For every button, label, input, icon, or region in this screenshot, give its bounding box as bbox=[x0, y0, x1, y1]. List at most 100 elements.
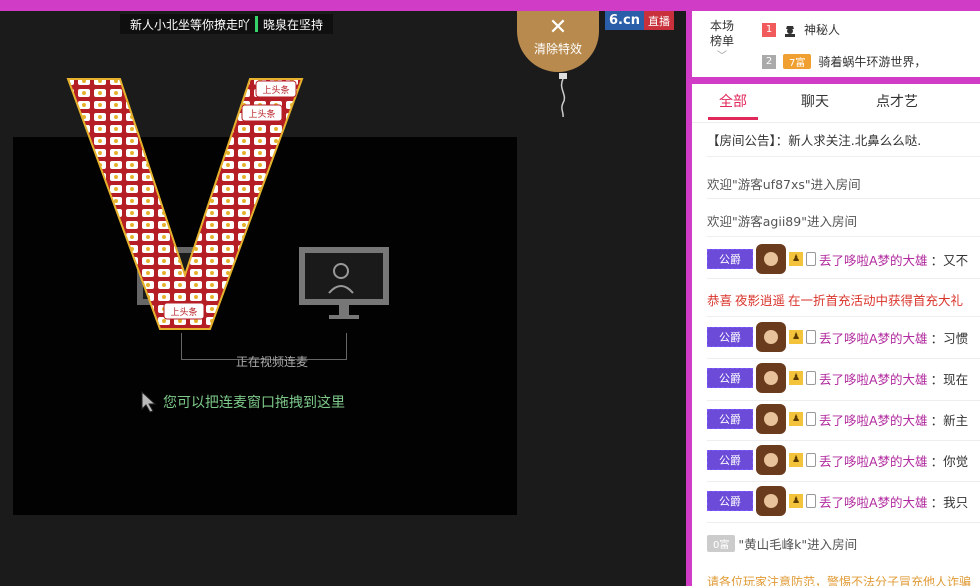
rank-name: 神秘人 bbox=[804, 23, 841, 37]
mystery-user-icon bbox=[785, 25, 795, 37]
ranking-title[interactable]: 本场 榜单 ﹀ bbox=[706, 19, 738, 64]
guild-badge: 公爵 bbox=[707, 249, 753, 269]
ticker-left-text: 新人小北坐等你撩走吖 bbox=[130, 17, 251, 32]
connect-status-label: 正在视频连麦 bbox=[235, 355, 308, 369]
tab-chat[interactable]: 聊天 bbox=[774, 84, 856, 122]
announcement-text: 【房间公告】：新人求关注.北鼻么么哒. bbox=[707, 133, 922, 148]
chat-message: 公爵 ♟ 丢了哆啦A梦的大雄 ：你觉 bbox=[707, 445, 968, 475]
avatar[interactable] bbox=[756, 244, 786, 274]
chat-username[interactable]: 丢了哆啦A梦的大雄 bbox=[819, 369, 928, 388]
chat-text: ：现在 bbox=[930, 371, 969, 387]
chat-text: ：我只 bbox=[930, 494, 969, 510]
chat-message: 公爵 ♟ 丢了哆啦A梦的大雄 ：现在 bbox=[707, 363, 968, 393]
video-area: 新人小北坐等你撩走吖 晓泉在坚持 正在视频连麦 您可以把连麦窗口拖拽到这里 上头… bbox=[0, 11, 686, 586]
welcome-message: 0富 "黄山毛峰k"进入房间 bbox=[707, 534, 857, 553]
rank-number: 1 bbox=[762, 22, 776, 37]
divider bbox=[707, 198, 980, 199]
chat-message: 公爵 ♟ 丢了哆啦A梦的大雄 ：新主 bbox=[707, 404, 968, 434]
ranking-title-line2: 榜单 bbox=[709, 34, 734, 48]
divider bbox=[707, 156, 980, 157]
chat-text: ：你觉 bbox=[930, 453, 969, 469]
system-prefix: 恭喜 bbox=[707, 293, 733, 308]
wealth-badge: 0富 bbox=[707, 535, 736, 552]
avatar[interactable] bbox=[756, 445, 786, 475]
welcome-message: 欢迎"游客uf87xs"进入房间 bbox=[707, 174, 861, 193]
phone-icon bbox=[806, 252, 816, 266]
chat-username[interactable]: 丢了哆啦A梦的大雄 bbox=[819, 410, 928, 429]
level-icon: ♟ bbox=[789, 412, 803, 426]
system-text: 在一折首充活动中获得首充大礼 bbox=[788, 293, 964, 308]
drag-hint: 您可以把连麦窗口拖拽到这里 bbox=[141, 391, 345, 413]
chat-text: ：习惯 bbox=[930, 330, 969, 346]
sticker-text-top: 上头条 bbox=[262, 84, 289, 96]
live-tag: 直播 bbox=[643, 11, 674, 30]
sticker-label-bottom: 上头条 bbox=[163, 302, 205, 320]
chat-tabs: 全部 聊天 点才艺 bbox=[692, 84, 980, 123]
safety-warning: 请各位玩家注意防范，警惕不法分子冒充他人诈骗 bbox=[707, 575, 972, 586]
chat-username[interactable]: 丢了哆啦A梦的大雄 bbox=[819, 492, 928, 511]
level-icon: ♟ bbox=[789, 252, 803, 266]
gift-v-effect: 上头条 上头条 上头条 bbox=[66, 78, 304, 330]
sticker-text-bottom: 上头条 bbox=[170, 306, 197, 318]
cursor-icon bbox=[141, 391, 157, 413]
level-icon: ♟ bbox=[789, 494, 803, 508]
guild-badge: 公爵 bbox=[707, 450, 753, 470]
divider bbox=[707, 316, 980, 317]
welcome-message: 欢迎"游客agii89"进入房间 bbox=[707, 211, 857, 230]
phone-icon bbox=[806, 453, 816, 467]
ranking-row-1[interactable]: 1 神秘人 bbox=[762, 21, 840, 38]
clear-effects-label: 清除特效 bbox=[533, 42, 582, 56]
close-icon: ✕ bbox=[548, 15, 568, 40]
divider bbox=[707, 522, 980, 523]
rank-number: 2 bbox=[762, 54, 776, 69]
avatar[interactable] bbox=[756, 363, 786, 393]
divider bbox=[707, 440, 980, 441]
system-user[interactable]: 夜影逍遥 bbox=[735, 290, 785, 309]
chat-panel: 全部 聊天 点才艺 【房间公告】：新人求关注.北鼻么么哒. 欢迎"游客uf87x… bbox=[692, 84, 980, 586]
ticker-separator bbox=[255, 16, 259, 32]
guild-badge: 公爵 bbox=[707, 491, 753, 511]
ranking-title-line1: 本场 bbox=[709, 19, 734, 33]
chat-message: 公爵 ♟ 丢了哆啦A梦的大雄 ：习惯 bbox=[707, 322, 968, 352]
chat-username[interactable]: 丢了哆啦A梦的大雄 bbox=[819, 451, 928, 470]
ranking-panel: 本场 榜单 ﹀ 1 神秘人 2 7富 骑着蜗牛环游世界， bbox=[692, 11, 980, 77]
tab-all[interactable]: 全部 bbox=[692, 84, 774, 122]
chat-text: ：又不 bbox=[930, 252, 969, 268]
tab-talent[interactable]: 点才艺 bbox=[856, 84, 938, 122]
clear-effects-button[interactable]: ✕ 清除特效 bbox=[517, 11, 599, 72]
divider bbox=[707, 400, 980, 401]
phone-icon bbox=[806, 371, 816, 385]
chat-username[interactable]: 丢了哆啦A梦的大雄 bbox=[819, 250, 928, 269]
chat-message: 公爵 ♟ 丢了哆啦A梦的大雄 ：我只 bbox=[707, 486, 968, 516]
drag-hint-text: 您可以把连麦窗口拖拽到这里 bbox=[163, 395, 345, 411]
room-announcement: 【房间公告】：新人求关注.北鼻么么哒. bbox=[707, 130, 921, 149]
top-accent-bar bbox=[0, 0, 980, 11]
phone-icon bbox=[806, 412, 816, 426]
chat-message: 公爵 ♟ 丢了哆啦A梦的大雄 ：又不 bbox=[707, 244, 968, 274]
site-logo-text: 6.cn bbox=[605, 11, 644, 30]
avatar[interactable] bbox=[756, 322, 786, 352]
level-icon: ♟ bbox=[789, 453, 803, 467]
level-icon: ♟ bbox=[789, 371, 803, 385]
welcome-text: 欢迎"游客uf87xs"进入房间 bbox=[707, 177, 861, 192]
sticker-text-mid: 上头条 bbox=[248, 108, 275, 120]
pull-cord-icon[interactable] bbox=[556, 73, 570, 117]
guild-badge: 公爵 bbox=[707, 409, 753, 429]
level-icon: ♟ bbox=[789, 330, 803, 344]
phone-icon bbox=[806, 330, 816, 344]
chat-username[interactable]: 丢了哆啦A梦的大雄 bbox=[819, 328, 928, 347]
sticker-label-top: 上头条 bbox=[255, 80, 297, 98]
divider bbox=[707, 236, 980, 237]
chat-text: ：新主 bbox=[930, 412, 969, 428]
wealth-badge: 7富 bbox=[783, 54, 812, 69]
welcome-text: 欢迎"游客agii89"进入房间 bbox=[707, 214, 857, 229]
avatar[interactable] bbox=[756, 404, 786, 434]
announcement-ticker: 新人小北坐等你撩走吖 晓泉在坚持 bbox=[120, 14, 334, 34]
system-message: 恭喜 夜影逍遥 在一折首充活动中获得首充大礼 bbox=[707, 290, 963, 309]
divider bbox=[707, 358, 980, 359]
ranking-row-2[interactable]: 2 7富 骑着蜗牛环游世界， bbox=[762, 53, 926, 70]
site-logo[interactable]: 6.cn 直播 bbox=[605, 11, 674, 30]
sticker-label-mid: 上头条 bbox=[241, 104, 283, 122]
avatar[interactable] bbox=[756, 486, 786, 516]
welcome-text: "黄山毛峰k"进入房间 bbox=[738, 537, 858, 552]
